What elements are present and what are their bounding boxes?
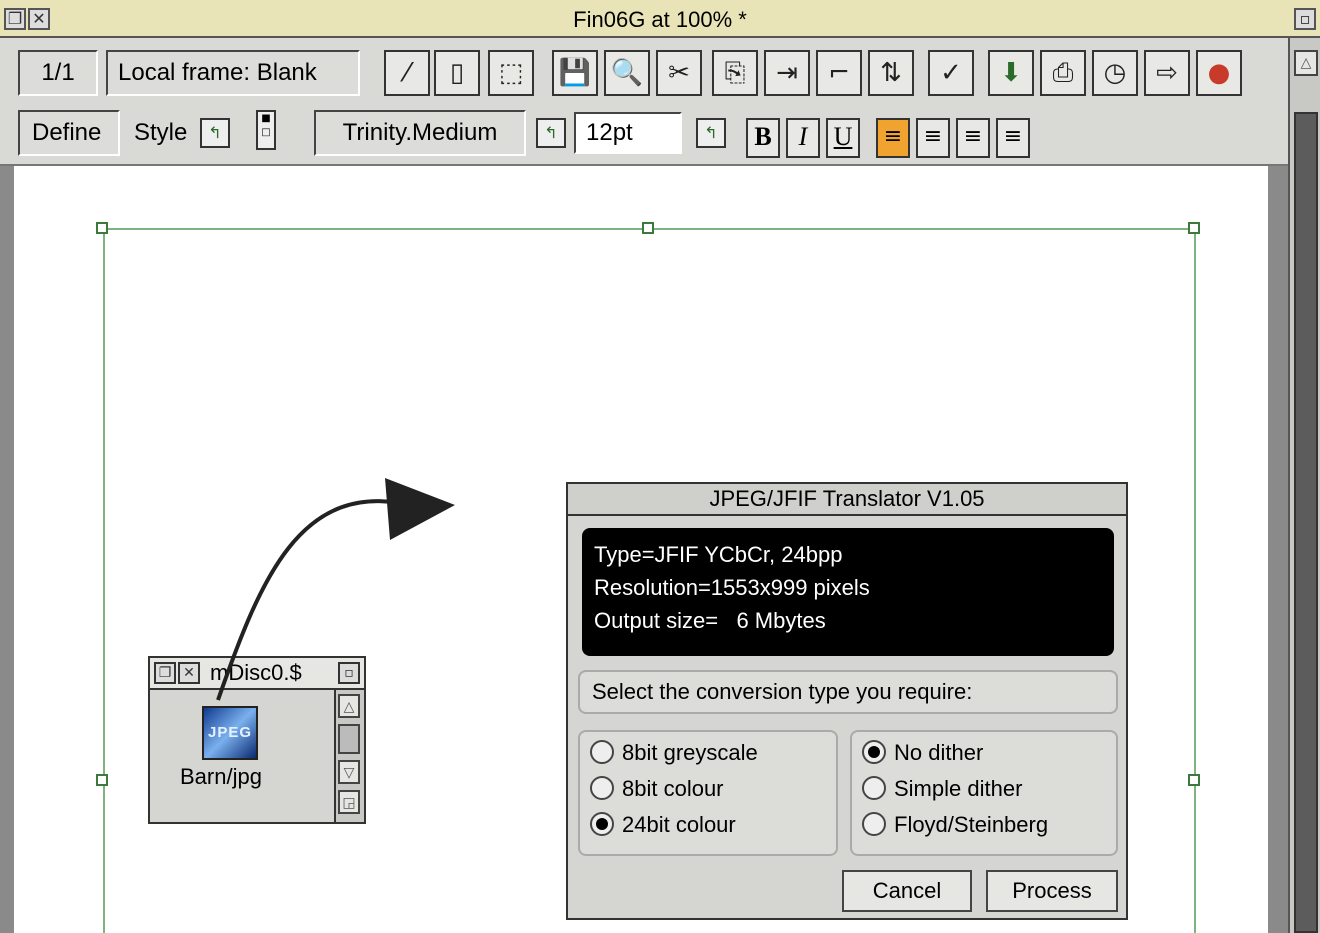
radio-icon bbox=[862, 776, 886, 801]
process-button[interactable]: Process bbox=[986, 870, 1118, 912]
radio-icon bbox=[590, 776, 614, 801]
radio-floyd-steinberg[interactable]: Floyd/Steinberg bbox=[862, 810, 1048, 840]
conversion-type-group: 8bit greyscale 8bit colour 24bit colour bbox=[578, 730, 838, 856]
image-info-panel: Type=JFIF YCbCr, 24bpp Resolution=1553x9… bbox=[582, 528, 1114, 656]
info-output-size: Output size= 6 Mbytes bbox=[594, 608, 826, 633]
radio-selected-icon bbox=[862, 740, 886, 765]
dither-group: No dither Simple dither Floyd/Steinberg bbox=[850, 730, 1118, 856]
cancel-button[interactable]: Cancel bbox=[842, 870, 972, 912]
radio-simple-dither[interactable]: Simple dither bbox=[862, 774, 1022, 804]
translator-dialog[interactable]: JPEG/JFIF Translator V1.05 Type=JFIF YCb… bbox=[566, 482, 1128, 920]
main-window: ❐ ✕ Fin06G at 100% * ▫ 1/1 Local frame: … bbox=[0, 0, 1320, 933]
radio-icon bbox=[862, 812, 886, 837]
dialog-title[interactable]: JPEG/JFIF Translator V1.05 bbox=[568, 484, 1126, 516]
radio-icon bbox=[590, 740, 614, 765]
radio-8bit-greyscale[interactable]: 8bit greyscale bbox=[590, 738, 758, 768]
info-resolution: Resolution=1553x999 pixels bbox=[594, 575, 870, 600]
radio-no-dither[interactable]: No dither bbox=[862, 738, 983, 768]
conversion-prompt: Select the conversion type you require: bbox=[578, 670, 1118, 714]
info-type: Type=JFIF YCbCr, 24bpp bbox=[594, 542, 843, 567]
radio-24bit-colour[interactable]: 24bit colour bbox=[590, 810, 736, 840]
radio-selected-icon bbox=[590, 812, 614, 837]
drag-arrow-line bbox=[216, 499, 411, 701]
radio-8bit-colour[interactable]: 8bit colour bbox=[590, 774, 724, 804]
drag-arrow-head bbox=[385, 478, 455, 540]
